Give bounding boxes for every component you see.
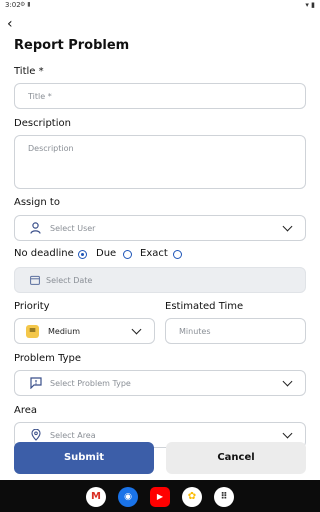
chevron-down-icon bbox=[131, 324, 142, 335]
problem-type-select[interactable]: Select Problem Type bbox=[14, 370, 306, 396]
title-label: Title * bbox=[14, 66, 44, 77]
description-placeholder: Description bbox=[28, 144, 74, 153]
report-icon bbox=[30, 377, 42, 392]
priority-value: Medium bbox=[48, 327, 80, 336]
assign-label: Assign to bbox=[14, 197, 60, 208]
chevron-down-icon bbox=[282, 221, 293, 232]
priority-select[interactable]: = Medium bbox=[14, 318, 155, 344]
chevron-down-icon bbox=[282, 376, 293, 387]
no-deadline-label: No deadline bbox=[14, 248, 74, 259]
date-select[interactable]: Select Date bbox=[14, 267, 306, 293]
title-placeholder: Title * bbox=[28, 92, 52, 101]
app-dock: M ◉ ▶ ✿ ⠿ bbox=[0, 480, 320, 512]
assign-placeholder: Select User bbox=[50, 224, 96, 233]
youtube-icon[interactable]: ▶ bbox=[150, 487, 170, 507]
calendar-icon bbox=[30, 275, 40, 288]
due-label: Due bbox=[96, 248, 117, 259]
area-label: Area bbox=[14, 405, 38, 416]
priority-label: Priority bbox=[14, 301, 50, 312]
submit-button[interactable]: Submit bbox=[14, 442, 154, 474]
problem-type-placeholder: Select Problem Type bbox=[50, 379, 131, 388]
description-label: Description bbox=[14, 118, 71, 129]
chrome-icon[interactable]: ◉ bbox=[118, 487, 138, 507]
exact-label: Exact bbox=[140, 248, 168, 259]
title-input[interactable]: Title * bbox=[14, 83, 306, 109]
status-time: 3:02 bbox=[5, 1, 21, 9]
status-system-icons: ▾ ▮ bbox=[305, 1, 315, 9]
app-drawer-icon[interactable]: ⠿ bbox=[214, 487, 234, 507]
chevron-down-icon bbox=[282, 428, 293, 439]
assign-user-select[interactable]: Select User bbox=[14, 215, 306, 241]
status-notification-icons: ⚙ ▮ bbox=[20, 1, 31, 8]
radio-due[interactable] bbox=[123, 250, 132, 259]
minutes-placeholder: Minutes bbox=[179, 327, 211, 336]
radio-exact[interactable] bbox=[173, 250, 182, 259]
estimated-time-input[interactable]: Minutes bbox=[165, 318, 306, 344]
user-icon bbox=[30, 222, 41, 237]
status-bar: 3:02 ⚙ ▮ ▾ ▮ bbox=[0, 0, 320, 12]
gmail-icon[interactable]: M bbox=[86, 487, 106, 507]
back-arrow-icon[interactable]: ‹ bbox=[7, 16, 13, 32]
area-placeholder: Select Area bbox=[50, 431, 96, 440]
estimated-time-label: Estimated Time bbox=[165, 301, 244, 312]
priority-medium-icon: = bbox=[26, 325, 39, 338]
date-placeholder: Select Date bbox=[46, 276, 93, 285]
page-title: Report Problem bbox=[14, 38, 130, 53]
problem-type-label: Problem Type bbox=[14, 353, 82, 364]
cancel-button[interactable]: Cancel bbox=[166, 442, 306, 474]
description-textarea[interactable]: Description bbox=[14, 135, 306, 189]
radio-no-deadline[interactable] bbox=[78, 250, 87, 259]
photos-icon[interactable]: ✿ bbox=[182, 487, 202, 507]
